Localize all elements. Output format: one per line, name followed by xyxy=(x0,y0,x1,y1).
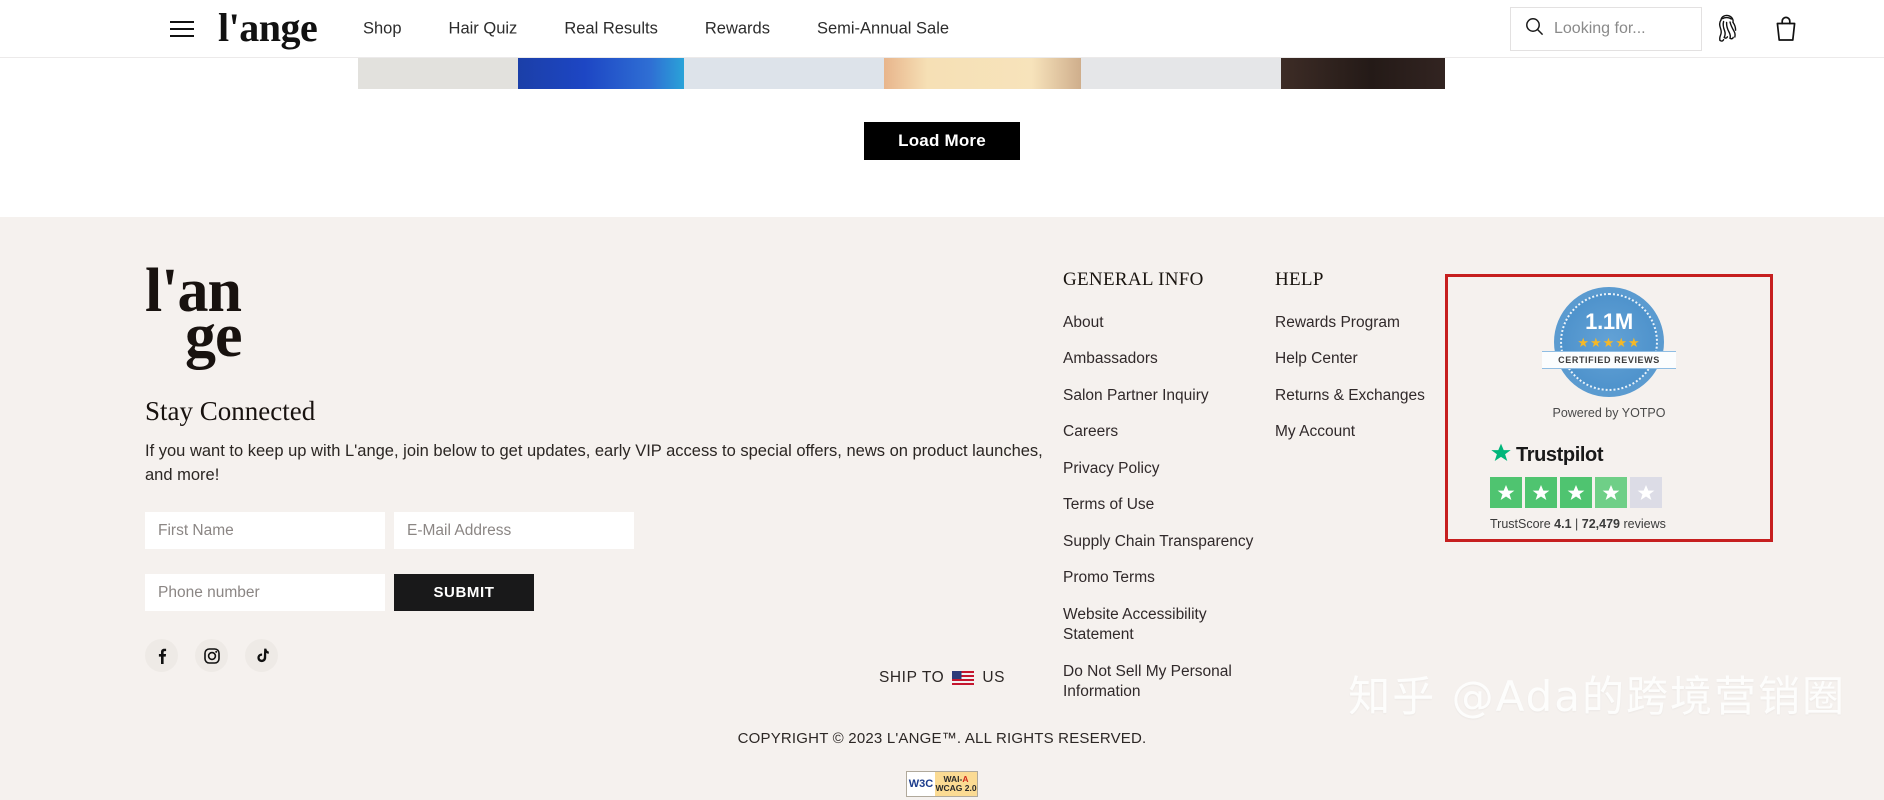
product-image-strip xyxy=(358,58,1526,89)
link-supply-chain-transparency[interactable]: Supply Chain Transparency xyxy=(1063,532,1263,552)
ship-to-label: SHIP TO xyxy=(878,669,945,686)
phone-input[interactable] xyxy=(145,574,385,612)
trustscore-separator: | xyxy=(1575,517,1579,531)
footer-logo: l'an ge xyxy=(145,260,275,366)
w3c-logo: W3C xyxy=(907,772,935,796)
yotpo-banner-label: CERTIFIED REVIEWS xyxy=(1542,351,1676,369)
submit-button[interactable]: SUBMIT xyxy=(394,574,534,612)
load-more-container: Load More xyxy=(0,89,1884,217)
instagram-icon[interactable] xyxy=(195,639,228,673)
strip-cell xyxy=(358,58,518,89)
newsletter-row-2: SUBMIT xyxy=(145,574,1045,612)
link-promo-terms[interactable]: Promo Terms xyxy=(1063,568,1263,588)
shopping-bag-icon[interactable] xyxy=(1770,13,1802,45)
link-returns-exchanges[interactable]: Returns & Exchanges xyxy=(1275,386,1455,406)
link-terms-of-use[interactable]: Terms of Use xyxy=(1063,495,1263,515)
footer-column-general-info: GENERAL INFO About Ambassadors Salon Par… xyxy=(1063,269,1263,718)
header-icons xyxy=(1710,12,1802,46)
strip-cell xyxy=(884,58,1081,89)
us-flag-icon xyxy=(952,671,975,685)
copyright-text: COPYRIGHT © 2023 L'ANGE™. ALL RIGHTS RES… xyxy=(737,730,1147,747)
nav-item-rewards[interactable]: Rewards xyxy=(705,19,770,38)
first-name-input[interactable] xyxy=(145,512,385,550)
hamburger-icon[interactable] xyxy=(170,20,194,37)
trust-badges-highlight-box: 1.1M ★★★★★ CERTIFIED REVIEWS Powered by … xyxy=(1445,274,1773,542)
strip-cell xyxy=(518,58,684,89)
search-input[interactable] xyxy=(1554,19,1691,38)
link-careers[interactable]: Careers xyxy=(1063,422,1263,442)
tiktok-icon[interactable] xyxy=(245,639,278,673)
ship-to-country: US xyxy=(982,669,1006,686)
general-info-heading: GENERAL INFO xyxy=(1063,269,1204,290)
link-ambassadors[interactable]: Ambassadors xyxy=(1063,349,1263,369)
strip-cell xyxy=(1281,58,1445,89)
trustpilot-star-filled xyxy=(1595,477,1627,508)
newsletter-row-1 xyxy=(145,512,1045,550)
trustpilot-star-empty xyxy=(1630,477,1662,508)
stay-connected-copy: If you want to keep up with L'ange, join… xyxy=(145,442,1043,484)
trustpilot-score-line: TrustScore 4.1 | 72,479 reviews xyxy=(1490,517,1770,531)
link-about[interactable]: About xyxy=(1063,313,1263,333)
site-header: l'ange Shop Hair Quiz Real Results Rewar… xyxy=(0,0,1884,58)
trustpilot-header: Trustpilot xyxy=(1490,442,1770,469)
content-area: Load More xyxy=(0,58,1884,217)
wcag-compliance-badge[interactable]: W3C WAI-A WCAG 2.0 xyxy=(906,771,978,797)
yotpo-powered-by: Powered by YOTPO xyxy=(1552,406,1666,420)
brand-logo[interactable]: l'ange xyxy=(218,7,318,48)
footer-column-help: HELP Rewards Program Help Center Returns… xyxy=(1275,269,1455,459)
nav-item-shop[interactable]: Shop xyxy=(363,19,402,38)
nav-item-real-results[interactable]: Real Results xyxy=(564,19,658,38)
trustpilot-star-icon xyxy=(1490,442,1512,469)
trustpilot-rating-stars xyxy=(1490,477,1770,508)
trustpilot-star-filled xyxy=(1560,477,1592,508)
yotpo-stars-icon: ★★★★★ xyxy=(1577,335,1641,350)
trustpilot-name: Trustpilot xyxy=(1516,444,1604,466)
trustscore-value: 4.1 xyxy=(1554,517,1572,531)
link-help-center[interactable]: Help Center xyxy=(1275,349,1455,369)
strip-cell xyxy=(684,58,884,89)
facebook-icon[interactable] xyxy=(145,639,178,673)
trustpilot-widget[interactable]: Trustpilot TrustScore 4.1 | 72,479 revie… xyxy=(1490,442,1770,531)
help-heading: HELP xyxy=(1275,269,1324,290)
footer-bottom: SHIP TO US COPYRIGHT © 2023 L'ANGE™. ALL… xyxy=(0,669,1884,797)
link-salon-partner-inquiry[interactable]: Salon Partner Inquiry xyxy=(1063,386,1263,406)
social-links xyxy=(145,639,1045,673)
yotpo-certified-reviews-seal[interactable]: 1.1M ★★★★★ CERTIFIED REVIEWS xyxy=(1542,287,1676,397)
email-input[interactable] xyxy=(394,512,634,550)
trustpilot-reviews-label: reviews xyxy=(1623,517,1666,531)
search-icon xyxy=(1525,17,1544,41)
site-footer: l'an ge Stay Connected If you want to ke… xyxy=(0,217,1884,800)
link-rewards-program[interactable]: Rewards Program xyxy=(1275,313,1455,333)
nav-item-semi-annual-sale[interactable]: Semi-Annual Sale xyxy=(817,19,949,38)
ship-to-selector[interactable]: SHIP TO US xyxy=(879,669,1005,687)
nav-item-hair-quiz[interactable]: Hair Quiz xyxy=(449,19,518,38)
strip-cell xyxy=(1081,58,1281,89)
load-more-button[interactable]: Load More xyxy=(864,122,1020,160)
yotpo-review-count: 1.1M xyxy=(1585,309,1633,334)
footer-left-column: l'an ge Stay Connected If you want to ke… xyxy=(145,260,1045,673)
trustpilot-star-filled xyxy=(1490,477,1522,508)
stay-connected-title: Stay Connected xyxy=(145,396,316,427)
search-box[interactable] xyxy=(1510,6,1702,51)
wcag-level-info: WAI-A WCAG 2.0 xyxy=(935,772,977,796)
main-nav: Shop Hair Quiz Real Results Rewards Semi… xyxy=(363,19,949,38)
trustscore-prefix: TrustScore xyxy=(1490,517,1551,531)
link-website-accessibility-statement[interactable]: Website Accessibility Statement xyxy=(1063,605,1263,646)
link-privacy-policy[interactable]: Privacy Policy xyxy=(1063,459,1263,479)
trustpilot-reviews-count: 72,479 xyxy=(1581,517,1620,531)
trustpilot-star-filled xyxy=(1525,477,1557,508)
link-my-account[interactable]: My Account xyxy=(1275,422,1455,442)
wcag-version: WCAG 2.0 xyxy=(935,783,977,793)
hair-model-icon[interactable] xyxy=(1710,12,1744,46)
